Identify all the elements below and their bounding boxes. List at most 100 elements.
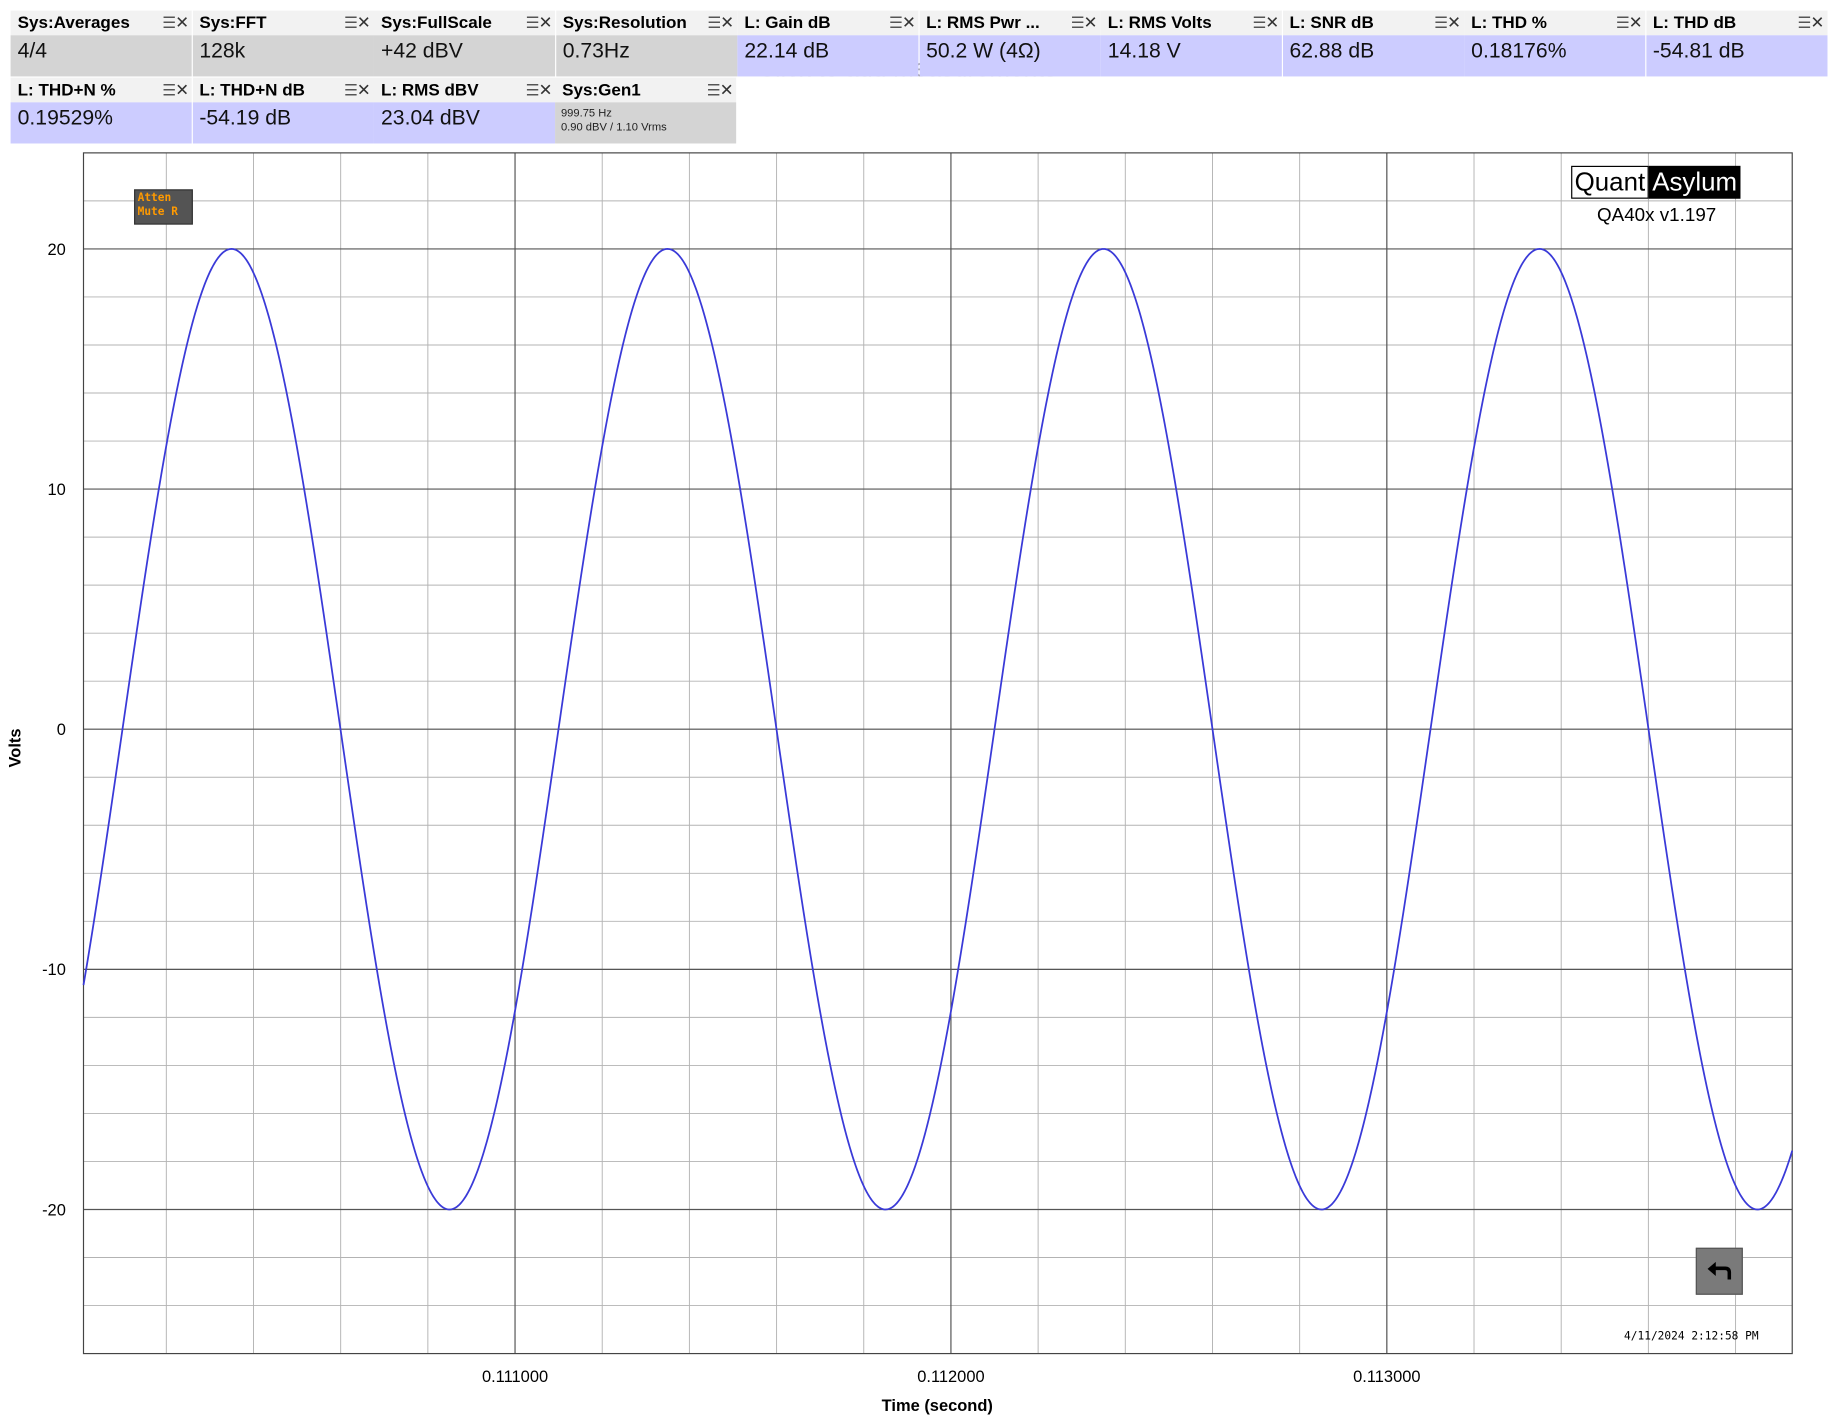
measurement-value: 0.18176% xyxy=(1471,38,1567,63)
measurement-box[interactable]: L: RMS dBV ☰ ✕ 23.04 dBV xyxy=(373,77,556,144)
measurement-title: L: RMS Pwr ... xyxy=(926,14,1040,33)
grid-minor xyxy=(83,152,1793,1354)
menu-icon[interactable]: ☰ xyxy=(344,81,358,100)
measurement-box[interactable]: L: RMS Pwr ... ☰ ✕ 50.2 W (4Ω) xyxy=(919,10,1101,77)
measurement-box[interactable]: L: SNR dB ☰ ✕ 62.88 dB xyxy=(1282,10,1464,77)
measurement-box[interactable]: L: THD+N % ☰ ✕ 0.19529% xyxy=(10,77,192,144)
measurement-value-box: -54.19 dB xyxy=(192,102,374,144)
measurement-box[interactable]: Sys:Averages ☰ ✕ 4/4 xyxy=(10,10,192,77)
measurement-value-box: 0.73Hz xyxy=(555,35,737,77)
measurement-header: Sys:FullScale ☰ ✕ xyxy=(373,10,556,36)
measurement-box[interactable]: Sys:FullScale ☰ ✕ +42 dBV xyxy=(373,10,556,77)
logo-quant: Quant xyxy=(1571,165,1649,199)
measurement-value: 62.88 dB xyxy=(1289,38,1375,63)
close-icon[interactable]: ✕ xyxy=(1084,13,1098,33)
close-icon[interactable]: ✕ xyxy=(720,13,734,33)
close-icon[interactable]: ✕ xyxy=(902,13,916,33)
close-icon[interactable]: ✕ xyxy=(539,13,553,33)
menu-icon[interactable]: ☰ xyxy=(526,14,540,33)
measurement-sys-gen1[interactable]: Sys:Gen1 ☰ ✕ 999.75 Hz 0.90 dBV / 1.10 V… xyxy=(555,77,737,144)
measurement-value: 50.2 W (4Ω) xyxy=(926,38,1041,63)
x-tick-label: 0.113000 xyxy=(1353,1368,1420,1386)
measurement-title: L: RMS dBV xyxy=(381,81,479,100)
measurement-box[interactable]: L: THD % ☰ ✕ 0.18176% xyxy=(1464,10,1646,77)
menu-icon[interactable]: ☰ xyxy=(1798,14,1812,33)
back-arrow-icon xyxy=(1707,1261,1732,1280)
measurement-header: L: SNR dB ☰ ✕ xyxy=(1282,10,1464,36)
measurement-value-box: 0.18176% xyxy=(1464,35,1646,77)
measurement-title: L: Gain dB xyxy=(744,14,831,33)
measurement-header: Sys:Gen1 ☰ ✕ xyxy=(555,77,737,103)
menu-icon[interactable]: ☰ xyxy=(1434,14,1448,33)
measurement-value-box: 23.04 dBV xyxy=(373,102,556,144)
measurement-header: Sys:Resolution ☰ ✕ xyxy=(555,10,737,36)
measurement-box[interactable]: L: THD+N dB ☰ ✕ -54.19 dB xyxy=(192,77,374,144)
measurement-value: 23.04 dBV xyxy=(381,105,480,130)
measurement-box[interactable]: L: THD dB ☰ ✕ -54.81 dB xyxy=(1645,10,1827,77)
measurement-value: 0.19529% xyxy=(17,105,113,130)
measurement-value-box: 128k xyxy=(192,35,374,77)
close-icon[interactable]: ✕ xyxy=(1265,13,1279,33)
generator-level: 0.90 dBV / 1.10 Vrms xyxy=(560,121,667,135)
measurement-value-box: 14.18 V xyxy=(1100,35,1282,77)
version-label: QA40x v1.197 xyxy=(1597,205,1717,226)
close-icon[interactable]: ✕ xyxy=(1629,13,1643,33)
measurement-title: Sys:FFT xyxy=(199,14,267,33)
measurement-title: L: THD+N % xyxy=(17,81,116,100)
logo-asylum: Asylum xyxy=(1648,165,1741,199)
close-icon[interactable]: ✕ xyxy=(175,13,189,33)
measurement-header: L: RMS dBV ☰ ✕ xyxy=(373,77,556,103)
measurement-value-box: 50.2 W (4Ω) xyxy=(919,35,1101,77)
measurement-value: -54.19 dB xyxy=(199,105,292,130)
close-icon[interactable]: ✕ xyxy=(720,80,734,100)
measurement-title: Sys:FullScale xyxy=(381,14,492,33)
measurement-header: L: RMS Pwr ... ☰ ✕ xyxy=(919,10,1101,36)
measurement-value-box: 22.14 dB xyxy=(737,35,919,77)
y-tick-label: -20 xyxy=(42,1201,66,1219)
measurement-header: L: RMS Volts ☰ ✕ xyxy=(1100,10,1282,36)
menu-icon[interactable]: ☰ xyxy=(1252,14,1266,33)
measurement-box[interactable]: Sys:Resolution ☰ ✕ 0.73Hz xyxy=(555,10,737,77)
menu-icon[interactable]: ☰ xyxy=(707,14,721,33)
measurement-header: L: THD dB ☰ ✕ xyxy=(1645,10,1827,36)
measurement-value-box: -54.81 dB xyxy=(1645,35,1827,77)
close-icon[interactable]: ✕ xyxy=(357,13,371,33)
menu-icon[interactable]: ☰ xyxy=(707,81,721,100)
measurement-header: L: THD+N % ☰ ✕ xyxy=(10,77,192,103)
close-icon[interactable]: ✕ xyxy=(539,80,553,100)
measurement-box[interactable]: L: Gain dB ☰ ✕ 22.14 dB xyxy=(737,10,919,77)
x-axis-label: Time (second) xyxy=(882,1397,993,1415)
measurement-value: 4/4 xyxy=(17,38,48,63)
measurement-title: L: THD+N dB xyxy=(199,81,305,100)
measurement-header: Sys:Averages ☰ ✕ xyxy=(10,10,192,36)
close-icon[interactable]: ✕ xyxy=(1810,13,1824,33)
measurement-header: Sys:FFT ☰ ✕ xyxy=(192,10,374,36)
measurement-header: L: THD+N dB ☰ ✕ xyxy=(192,77,374,103)
close-icon[interactable]: ✕ xyxy=(1447,13,1461,33)
measurement-panel: Click to add measurements Sys:Averages☰✕… xyxy=(0,0,1837,148)
menu-icon[interactable]: ☰ xyxy=(889,14,903,33)
menu-icon[interactable]: ☰ xyxy=(1616,14,1630,33)
waveform-chart[interactable]: 20 10 0 -10 -20 0.111000 0.112000 0.113000 Tim… xyxy=(0,148,1837,1420)
atten-tag: Atten xyxy=(137,191,172,205)
measurement-value-box: +42 dBV xyxy=(373,35,556,77)
measurement-header: L: Gain dB ☰ ✕ xyxy=(737,10,919,36)
back-button[interactable] xyxy=(1695,1247,1743,1295)
y-tick-label: 0 xyxy=(57,721,66,739)
measurement-box[interactable]: Sys:FFT ☰ ✕ 128k xyxy=(192,10,374,77)
menu-icon[interactable]: ☰ xyxy=(1071,14,1085,33)
measurement-title: L: THD % xyxy=(1471,14,1547,33)
close-icon[interactable]: ✕ xyxy=(357,80,371,100)
status-tags: Atten Mute R xyxy=(134,189,193,225)
measurement-value: -54.81 dB xyxy=(1652,38,1745,63)
measurement-value: 22.14 dB xyxy=(744,38,830,63)
close-icon[interactable]: ✕ xyxy=(175,80,189,100)
measurement-value-box: 999.75 Hz 0.90 dBV / 1.10 Vrms xyxy=(555,102,737,144)
menu-icon[interactable]: ☰ xyxy=(526,81,540,100)
measurement-header: L: THD % ☰ ✕ xyxy=(1464,10,1646,36)
y-tick-label: 10 xyxy=(48,481,66,499)
menu-icon[interactable]: ☰ xyxy=(344,14,358,33)
measurement-box[interactable]: L: RMS Volts ☰ ✕ 14.18 V xyxy=(1100,10,1282,77)
menu-icon[interactable]: ☰ xyxy=(162,14,176,33)
menu-icon[interactable]: ☰ xyxy=(162,81,176,100)
